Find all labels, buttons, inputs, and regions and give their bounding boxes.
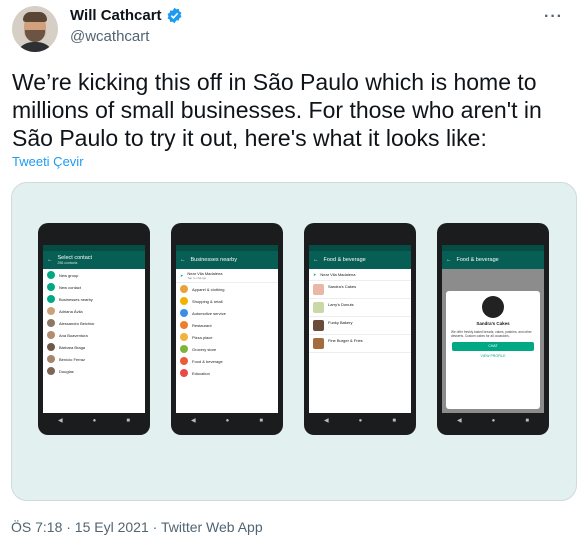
list-item: Benício Ferraz	[59, 356, 86, 362]
avatar[interactable]	[12, 6, 58, 52]
list-item: Grocery store	[192, 346, 217, 352]
list-item: Food & beverage	[192, 358, 223, 364]
back-arrow-icon: ←	[446, 257, 452, 263]
list-item: Apparel & clothing	[192, 286, 225, 292]
more-icon[interactable]: ···	[544, 8, 563, 26]
location-icon: ➤	[180, 273, 184, 278]
back-arrow-icon: ←	[313, 257, 319, 263]
screen-title: Food & beverage	[456, 257, 499, 263]
verified-badge-icon	[167, 7, 181, 24]
list-item: New contact	[59, 284, 82, 290]
phone-business-card: ← Food & beverage Sandra's Cakes We offer…	[437, 223, 549, 435]
list-item: Bárbara Braga	[59, 344, 86, 350]
back-arrow-icon: ←	[47, 257, 53, 263]
phone-businesses-nearby: ← Businesses nearby ➤ Near Vila Madalena Ta…	[171, 223, 283, 435]
location-sub: Tap to change	[187, 276, 207, 280]
list-item: Adriana Ávila	[59, 308, 83, 314]
screen-subtitle: 256 contacts	[57, 261, 78, 265]
list-item: Ana Boaventura	[59, 332, 88, 338]
tweet-text: We’re kicking this off in São Paulo whic…	[12, 69, 542, 151]
phone-food-beverage: ← Food & beverage ➤ Near Vila Madalena San…	[304, 223, 416, 435]
location-label: Near Vila Madalena	[320, 272, 356, 277]
business-item: Larry's Donuts	[328, 302, 354, 307]
author-name[interactable]: Will Cathcart	[70, 7, 183, 24]
translate-link[interactable]: Tweeti Çevir	[12, 154, 84, 169]
location-icon: ➤	[313, 272, 317, 277]
business-card: Sandra's Cakes We offer freshly baked br…	[446, 291, 540, 409]
back-arrow-icon: ←	[180, 257, 186, 263]
list-item: Alessandro Belchior	[59, 320, 95, 326]
tweet-media[interactable]: ← Select contact 256 contacts New group Ne…	[11, 182, 577, 501]
list-item: Restaurant	[192, 322, 212, 328]
business-item: Fine Burger & Fries	[328, 338, 363, 343]
list-item: Shopping & retail	[192, 298, 223, 304]
business-item: Sandra's Cakes	[328, 284, 357, 289]
tweet-timestamp[interactable]: ÖS 7:18 · 15 Eyl 2021 · Twitter Web App	[11, 519, 263, 535]
chat-button: CHAT	[452, 342, 534, 351]
list-item: Businesses nearby	[59, 296, 93, 302]
business-logo	[482, 296, 504, 318]
list-item: Pizza place	[192, 334, 213, 340]
list-item: Automotive service	[192, 310, 226, 316]
view-profile-button: VIEW PROFILE	[480, 354, 506, 358]
phone-select-contact: ← Select contact 256 contacts New group Ne…	[38, 223, 150, 435]
tweet-header: Will Cathcart @wcathcart ···	[12, 6, 567, 52]
screen-title: Food & beverage	[323, 257, 366, 263]
list-item: Douglas	[59, 368, 74, 374]
business-item: Funky Bakery	[328, 320, 353, 325]
business-description: We offer freshly baked breads, cakes, pa…	[451, 330, 532, 338]
list-item: New group	[59, 272, 79, 278]
author-handle[interactable]: @wcathcart	[70, 28, 149, 45]
screen-title: Businesses nearby	[190, 257, 237, 263]
list-item: Education	[192, 370, 210, 376]
